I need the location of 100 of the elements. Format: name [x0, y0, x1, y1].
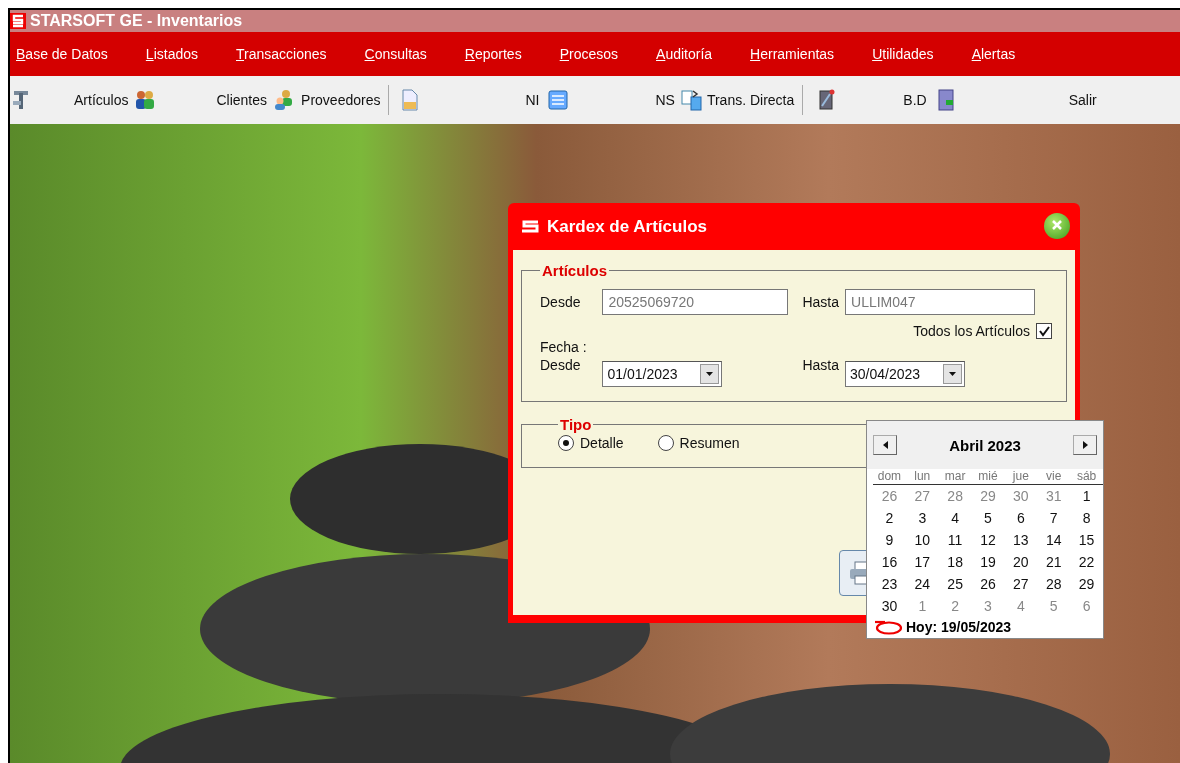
calendar-day[interactable]: 27 — [905, 485, 939, 507]
calendar-day[interactable]: 22 — [1070, 551, 1103, 573]
toolbar-label[interactable]: Artículos — [74, 92, 129, 108]
menu-item[interactable]: Herramientas — [750, 46, 835, 62]
field-label: Desde — [540, 294, 581, 310]
weekday-label: mar — [938, 469, 972, 485]
calendar-day[interactable]: 20 — [1004, 551, 1038, 573]
calendar-day[interactable]: 3 — [905, 507, 939, 529]
weekday-label: dom — [873, 469, 906, 485]
menu-item[interactable]: Base de Datos — [16, 46, 108, 62]
transfer-icon[interactable] — [680, 89, 703, 111]
calendar-day[interactable]: 29 — [1070, 573, 1103, 595]
close-icon — [1051, 219, 1063, 231]
calendar-day[interactable]: 19 — [971, 551, 1005, 573]
menu-item[interactable]: Transacciones — [236, 46, 327, 62]
menu-item[interactable]: Procesos — [559, 46, 619, 62]
calendar-day[interactable]: 15 — [1070, 529, 1103, 551]
weekday-label: jue — [1004, 469, 1038, 485]
calendar-day[interactable]: 9 — [873, 529, 906, 551]
calendar-day[interactable]: 7 — [1037, 507, 1071, 529]
menu-item[interactable]: Auditoría — [656, 46, 713, 62]
calendar-day[interactable]: 4 — [938, 507, 972, 529]
menu-item[interactable]: Utilidades — [872, 46, 934, 62]
field-label: Desde — [540, 357, 581, 373]
calendar-day[interactable]: 5 — [971, 507, 1005, 529]
input-field[interactable]: ULLIM047 — [845, 289, 1036, 315]
calendar-day[interactable]: 1 — [1070, 485, 1103, 507]
calendar-month: Abril 2023 — [949, 436, 1021, 454]
calendar-day[interactable]: 11 — [938, 529, 972, 551]
list-icon[interactable] — [547, 89, 570, 111]
calendar-day[interactable]: 21 — [1037, 551, 1071, 573]
previous-month-button[interactable] — [873, 435, 897, 455]
logo-icon — [10, 13, 26, 29]
calendar-day[interactable]: 30 — [1004, 485, 1038, 507]
calendar-day[interactable]: 17 — [905, 551, 939, 573]
input-field[interactable]: 20525069720 — [602, 289, 789, 315]
calendar-day[interactable]: 14 — [1037, 529, 1071, 551]
window-title: STARSOFT GE - Inventarios — [30, 12, 243, 30]
caret-icon — [706, 372, 714, 376]
radio-label: Detalle — [580, 435, 624, 451]
next-month-button[interactable] — [1073, 435, 1097, 455]
menu-item[interactable]: Consultas — [364, 46, 427, 62]
toolbar-label[interactable]: Salir — [1068, 92, 1097, 108]
toolbar-label[interactable]: Trans. Directa — [706, 92, 795, 108]
calendar-day[interactable]: 5 — [1037, 595, 1071, 617]
toolbar-label[interactable]: NS — [655, 92, 675, 108]
calendar-day[interactable]: 16 — [873, 551, 906, 573]
toolbar-label[interactable]: Clientes — [216, 92, 268, 108]
calendar-day[interactable]: 26 — [971, 573, 1005, 595]
radio-button[interactable] — [657, 435, 674, 451]
logo-icon — [520, 218, 540, 235]
toolbar-label[interactable]: NI — [525, 92, 540, 108]
checkbox-label: Todos los Artículos — [913, 323, 1030, 339]
calendar-day[interactable]: 12 — [971, 529, 1005, 551]
calendar-day[interactable]: 29 — [971, 485, 1005, 507]
calendar-day[interactable]: 25 — [938, 573, 972, 595]
calendar-day[interactable]: 10 — [905, 529, 939, 551]
calendar-day[interactable]: 28 — [1037, 573, 1071, 595]
calendar-day[interactable]: 3 — [971, 595, 1005, 617]
calendar-day[interactable]: 23 — [873, 573, 906, 595]
weekday-label: mié — [971, 469, 1005, 485]
weekday-label: sáb — [1070, 469, 1103, 485]
calendar-day[interactable]: 30 — [873, 595, 906, 617]
menu-item[interactable]: Reportes — [464, 46, 522, 62]
checkbox[interactable] — [1036, 323, 1052, 339]
people-icon[interactable] — [134, 89, 157, 111]
calendar-day[interactable]: 6 — [1004, 507, 1038, 529]
calendar-day[interactable]: 28 — [938, 485, 972, 507]
calendar-day[interactable]: 4 — [1004, 595, 1038, 617]
calendar-day[interactable]: 2 — [938, 595, 972, 617]
caret-icon — [949, 372, 957, 376]
field-label: Fecha : — [540, 339, 587, 355]
toolbar-label[interactable]: B.D — [903, 92, 927, 108]
close-button[interactable] — [1044, 213, 1070, 239]
menu-item[interactable]: Alertas — [971, 46, 1016, 62]
right-arrow-icon — [1082, 441, 1088, 449]
calendar-day[interactable]: 24 — [905, 573, 939, 595]
radio-label: Resumen — [679, 435, 740, 451]
dialog-title: Kardex de Artículos — [547, 216, 707, 237]
weekday-label: lun — [905, 469, 939, 485]
field-label: Hasta — [802, 294, 840, 310]
calendar-day[interactable]: 8 — [1070, 507, 1103, 529]
group-title: Tipo — [559, 416, 593, 433]
calendar-day[interactable]: 31 — [1037, 485, 1071, 507]
date-picker[interactable]: 30/04/2023 — [845, 361, 966, 387]
today-icon — [873, 619, 903, 635]
toolbar-label[interactable]: Proveedores — [301, 92, 381, 108]
calendar-day[interactable]: 18 — [938, 551, 972, 573]
calendar-day[interactable]: 27 — [1004, 573, 1038, 595]
date-picker[interactable]: 01/01/2023 — [602, 361, 723, 387]
radio-button[interactable] — [558, 435, 574, 451]
weekday-label: vie — [1037, 469, 1071, 485]
calendar-day[interactable]: 1 — [905, 595, 939, 617]
calendar-day[interactable]: 26 — [873, 485, 906, 507]
group-title: Artículos — [541, 262, 608, 279]
calendar-day[interactable]: 2 — [873, 507, 906, 529]
today-link[interactable]: Hoy: 19/05/2023 — [906, 619, 1012, 635]
calendar-day[interactable]: 13 — [1004, 529, 1038, 551]
calendar-day[interactable]: 6 — [1070, 595, 1103, 617]
menu-item[interactable]: Listados — [145, 46, 198, 62]
